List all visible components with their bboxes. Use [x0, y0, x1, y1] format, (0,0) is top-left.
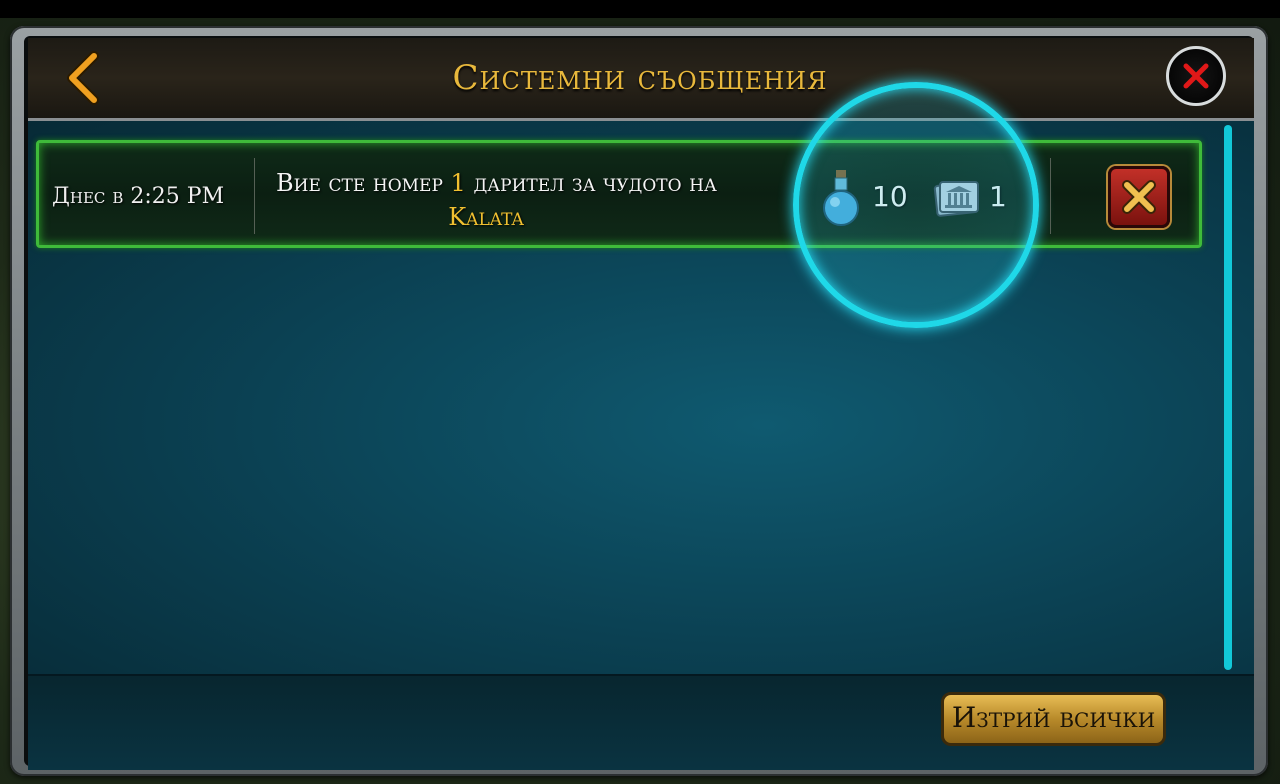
message-date: Днес в 2:25 PM [52, 184, 225, 209]
scrollbar[interactable] [1224, 125, 1232, 670]
reward-potion-value: 10 [872, 180, 908, 213]
delete-message-button[interactable] [1108, 166, 1170, 228]
message-text-before: Вие сте номер [276, 169, 443, 197]
delete-all-button[interactable]: Изтрий всички [941, 692, 1166, 746]
divider [1050, 158, 1051, 234]
wonder-card-icon [932, 178, 982, 218]
close-icon [1183, 63, 1209, 89]
divider [254, 158, 255, 234]
message-text-after: дарител за чудото на [473, 169, 717, 197]
message-rank: 1 [450, 169, 466, 197]
page-title: Системни съобщения [452, 58, 828, 98]
message-text: Вие сте номер 1 дарител за чудото на Kal… [276, 166, 806, 234]
status-bar [0, 0, 1280, 18]
message-wonder-name: Kalata [448, 203, 524, 231]
close-icon [1122, 180, 1156, 214]
potion-icon [820, 168, 862, 228]
reward-wonder-value: 1 [989, 180, 1007, 213]
close-button[interactable] [1166, 46, 1226, 106]
